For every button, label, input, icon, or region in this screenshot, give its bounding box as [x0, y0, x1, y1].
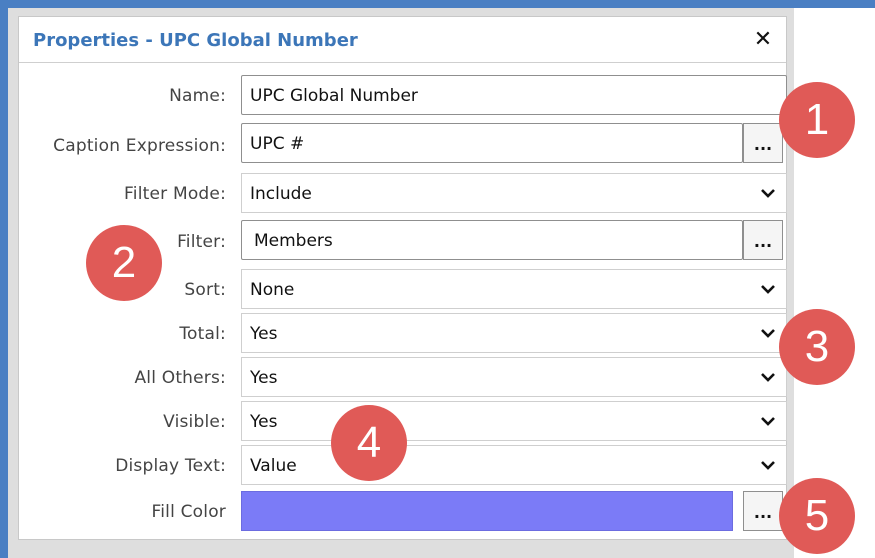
filter-mode-select[interactable]: Include: [241, 173, 787, 213]
filter-input[interactable]: Members: [241, 220, 743, 260]
display-text-label: Display Text:: [115, 456, 226, 476]
fill-color-label: Fill Color: [151, 502, 226, 522]
callout-badge-5: 5: [779, 478, 855, 554]
close-icon[interactable]: ✕: [749, 26, 777, 54]
total-label: Total:: [179, 324, 226, 344]
caption-expression-browse-button[interactable]: ...: [743, 123, 783, 163]
sort-select[interactable]: None: [241, 269, 787, 309]
name-input[interactable]: UPC Global Number: [241, 75, 787, 115]
callout-badge-2: 2: [86, 225, 162, 301]
visible-label: Visible:: [163, 412, 226, 432]
total-value: Yes: [250, 324, 278, 344]
all-others-label: All Others:: [134, 368, 226, 388]
all-others-select[interactable]: Yes: [241, 357, 787, 397]
visible-select[interactable]: Yes: [241, 401, 787, 441]
window-left-border: [0, 0, 8, 558]
panel-title: Properties - UPC Global Number: [33, 30, 358, 51]
caption-expression-label: Caption Expression:: [53, 136, 226, 156]
caption-expression-input[interactable]: UPC #: [241, 123, 743, 163]
name-value: UPC Global Number: [250, 86, 418, 106]
chevron-down-icon: [761, 373, 775, 382]
visible-value: Yes: [250, 412, 278, 432]
callout-badge-4: 4: [331, 405, 407, 481]
chevron-down-icon: [761, 285, 775, 294]
display-text-value: Value: [250, 456, 297, 476]
sort-label: Sort:: [184, 280, 226, 300]
chevron-down-icon: [761, 417, 775, 426]
callout-badge-1: 1: [779, 82, 855, 158]
panel-header: Properties - UPC Global Number ✕: [19, 17, 786, 63]
filter-label: Filter:: [177, 232, 226, 252]
chevron-down-icon: [761, 189, 775, 198]
chevron-down-icon: [761, 461, 775, 470]
total-select[interactable]: Yes: [241, 313, 787, 353]
fill-color-picker-button[interactable]: ...: [743, 491, 783, 531]
window-top-border: [0, 0, 875, 8]
callout-badge-3: 3: [779, 309, 855, 385]
filter-browse-button[interactable]: ...: [743, 220, 783, 260]
caption-expression-value: UPC #: [250, 134, 305, 154]
display-text-select[interactable]: Value: [241, 445, 787, 485]
chevron-down-icon: [761, 329, 775, 338]
name-label: Name:: [169, 86, 226, 106]
filter-mode-label: Filter Mode:: [124, 184, 226, 204]
filter-mode-value: Include: [250, 184, 312, 204]
all-others-value: Yes: [250, 368, 278, 388]
fill-color-swatch[interactable]: [241, 491, 733, 531]
sort-value: None: [250, 280, 295, 300]
filter-value: Members: [254, 231, 333, 251]
